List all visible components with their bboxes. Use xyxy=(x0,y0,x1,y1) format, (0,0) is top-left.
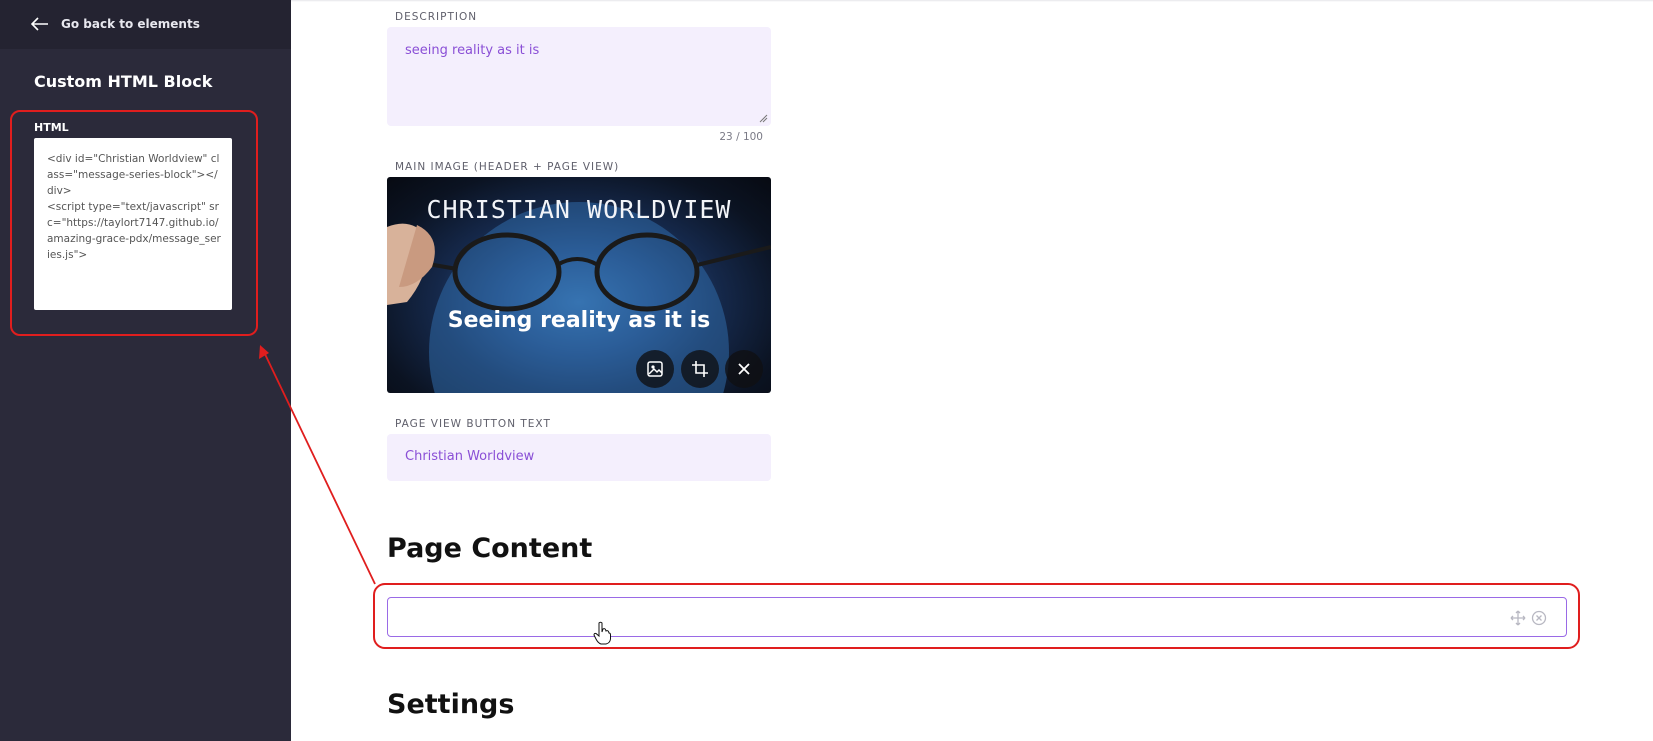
back-to-elements-label: Go back to elements xyxy=(61,17,200,31)
annotation-highlight-content-block xyxy=(373,583,1580,649)
crop-image-button[interactable] xyxy=(681,350,719,388)
remove-image-button[interactable] xyxy=(725,350,763,388)
close-icon xyxy=(738,363,750,375)
settings-heading: Settings xyxy=(387,689,515,720)
replace-image-button[interactable] xyxy=(636,350,674,388)
image-icon xyxy=(647,361,663,377)
main-image-label: MAIN IMAGE (HEADER + PAGE VIEW) xyxy=(395,161,620,173)
hand-pointer-cursor-icon xyxy=(593,621,611,645)
panel-title: Custom HTML Block xyxy=(34,72,213,91)
description-textarea[interactable]: seeing reality as it is xyxy=(387,27,771,126)
top-shadow xyxy=(291,0,1653,2)
page-content-heading: Page Content xyxy=(387,533,593,564)
image-subtitle-text: Seeing reality as it is xyxy=(447,308,711,333)
description-label: DESCRIPTION xyxy=(395,11,478,23)
image-title-text: CHRISTIAN WORLDVIEW xyxy=(426,195,732,224)
crop-icon xyxy=(692,361,708,377)
main-image-preview: CHRISTIAN WORLDVIEW Seeing reality as it… xyxy=(387,177,771,393)
resize-grip-icon[interactable] xyxy=(759,114,768,123)
page-view-button-value: Christian Worldview xyxy=(405,449,535,464)
description-char-counter: 23 / 100 xyxy=(719,131,763,143)
page-view-button-label: PAGE VIEW BUTTON TEXT xyxy=(395,418,551,430)
page-view-button-input[interactable]: Christian Worldview xyxy=(387,434,771,481)
element-sidebar: Go back to elements Custom HTML Block HT… xyxy=(0,0,291,741)
annotation-highlight-html-editor xyxy=(10,110,258,336)
description-value: seeing reality as it is xyxy=(405,43,540,58)
arrow-left-icon xyxy=(31,17,48,31)
back-to-elements-button[interactable]: Go back to elements xyxy=(0,0,291,49)
